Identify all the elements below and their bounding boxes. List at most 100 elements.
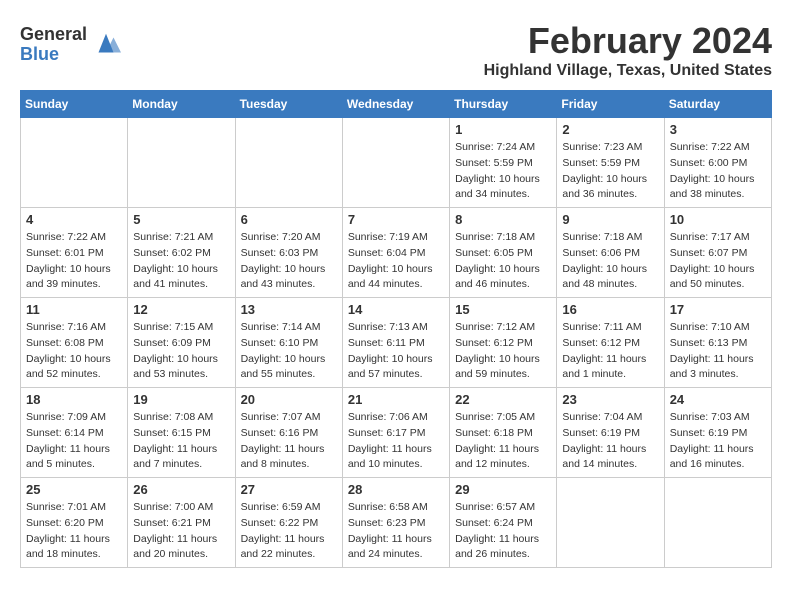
calendar-header-sunday: Sunday	[21, 91, 128, 118]
day-info: Sunrise: 7:11 AM Sunset: 6:12 PM Dayligh…	[562, 320, 658, 383]
day-info: Sunrise: 7:15 AM Sunset: 6:09 PM Dayligh…	[133, 320, 229, 383]
day-number: 11	[26, 302, 122, 317]
month-title: February 2024	[484, 20, 772, 62]
logo: General Blue	[20, 25, 121, 65]
day-number: 24	[670, 392, 766, 407]
calendar-cell: 29 Sunrise: 6:57 AM Sunset: 6:24 PM Dayli…	[450, 478, 557, 568]
day-info: Sunrise: 7:00 AM Sunset: 6:21 PM Dayligh…	[133, 500, 229, 563]
calendar-cell: 5 Sunrise: 7:21 AM Sunset: 6:02 PM Daylig…	[128, 208, 235, 298]
calendar-cell: 23 Sunrise: 7:04 AM Sunset: 6:19 PM Dayli…	[557, 388, 664, 478]
calendar-cell: 27Sunrise: 6:59 AM Sunset: 6:22 PM Dayli…	[235, 478, 342, 568]
day-number: 21	[348, 392, 444, 407]
day-info: Sunrise: 7:03 AM Sunset: 6:19 PM Dayligh…	[670, 410, 766, 473]
calendar-cell: 7 Sunrise: 7:19 AM Sunset: 6:04 PM Daylig…	[342, 208, 449, 298]
calendar-cell: 9 Sunrise: 7:18 AM Sunset: 6:06 PM Daylig…	[557, 208, 664, 298]
day-info: Sunrise: 7:22 AM Sunset: 6:01 PM Dayligh…	[26, 230, 122, 293]
day-info: Sunrise: 7:17 AM Sunset: 6:07 PM Dayligh…	[670, 230, 766, 293]
calendar-cell: 13 Sunrise: 7:14 AM Sunset: 6:10 PM Dayli…	[235, 298, 342, 388]
day-info: Sunrise: 7:01 AM Sunset: 6:20 PM Dayligh…	[26, 500, 122, 563]
day-info: Sunrise: 7:21 AM Sunset: 6:02 PM Dayligh…	[133, 230, 229, 293]
calendar-cell: 24 Sunrise: 7:03 AM Sunset: 6:19 PM Dayli…	[664, 388, 771, 478]
calendar-cell	[128, 118, 235, 208]
page-header: General Blue February 2024 Highland Vill…	[20, 20, 772, 80]
calendar-cell: 8Sunrise: 7:18 AM Sunset: 6:05 PM Daylig…	[450, 208, 557, 298]
day-info: Sunrise: 7:20 AM Sunset: 6:03 PM Dayligh…	[241, 230, 337, 293]
calendar-cell: 10 Sunrise: 7:17 AM Sunset: 6:07 PM Dayli…	[664, 208, 771, 298]
day-number: 7	[348, 212, 444, 227]
calendar-header-tuesday: Tuesday	[235, 91, 342, 118]
day-number: 3	[670, 122, 766, 137]
day-info: Sunrise: 7:09 AM Sunset: 6:14 PM Dayligh…	[26, 410, 122, 473]
calendar-cell	[557, 478, 664, 568]
calendar-cell: 14 Sunrise: 7:13 AM Sunset: 6:11 PM Dayli…	[342, 298, 449, 388]
calendar-cell: 6 Sunrise: 7:20 AM Sunset: 6:03 PM Daylig…	[235, 208, 342, 298]
day-number: 14	[348, 302, 444, 317]
day-info: Sunrise: 7:08 AM Sunset: 6:15 PM Dayligh…	[133, 410, 229, 473]
day-number: 2	[562, 122, 658, 137]
day-info: Sunrise: 7:04 AM Sunset: 6:19 PM Dayligh…	[562, 410, 658, 473]
day-info: Sunrise: 6:57 AM Sunset: 6:24 PM Dayligh…	[455, 500, 551, 563]
calendar-cell	[664, 478, 771, 568]
calendar-week-3: 11 Sunrise: 7:16 AM Sunset: 6:08 PM Dayli…	[21, 298, 772, 388]
day-info: Sunrise: 7:14 AM Sunset: 6:10 PM Dayligh…	[241, 320, 337, 383]
day-number: 15	[455, 302, 551, 317]
calendar-header-friday: Friday	[557, 91, 664, 118]
calendar-cell: 12 Sunrise: 7:15 AM Sunset: 6:09 PM Dayli…	[128, 298, 235, 388]
day-number: 1	[455, 122, 551, 137]
calendar-cell: 22Sunrise: 7:05 AM Sunset: 6:18 PM Dayli…	[450, 388, 557, 478]
day-number: 6	[241, 212, 337, 227]
calendar-cell: 11 Sunrise: 7:16 AM Sunset: 6:08 PM Dayli…	[21, 298, 128, 388]
day-number: 13	[241, 302, 337, 317]
day-number: 12	[133, 302, 229, 317]
day-info: Sunrise: 7:19 AM Sunset: 6:04 PM Dayligh…	[348, 230, 444, 293]
day-number: 17	[670, 302, 766, 317]
calendar-cell: 21 Sunrise: 7:06 AM Sunset: 6:17 PM Dayli…	[342, 388, 449, 478]
calendar-header-row: SundayMondayTuesdayWednesdayThursdayFrid…	[21, 91, 772, 118]
day-info: Sunrise: 7:22 AM Sunset: 6:00 PM Dayligh…	[670, 140, 766, 203]
calendar-header-thursday: Thursday	[450, 91, 557, 118]
calendar-cell: 15Sunrise: 7:12 AM Sunset: 6:12 PM Dayli…	[450, 298, 557, 388]
day-number: 4	[26, 212, 122, 227]
day-number: 16	[562, 302, 658, 317]
day-number: 5	[133, 212, 229, 227]
day-number: 22	[455, 392, 551, 407]
calendar-header-wednesday: Wednesday	[342, 91, 449, 118]
calendar-cell: 19Sunrise: 7:08 AM Sunset: 6:15 PM Dayli…	[128, 388, 235, 478]
day-number: 20	[241, 392, 337, 407]
calendar-table: SundayMondayTuesdayWednesdayThursdayFrid…	[20, 90, 772, 568]
calendar-cell: 25Sunrise: 7:01 AM Sunset: 6:20 PM Dayli…	[21, 478, 128, 568]
day-number: 10	[670, 212, 766, 227]
calendar-week-2: 4 Sunrise: 7:22 AM Sunset: 6:01 PM Daylig…	[21, 208, 772, 298]
calendar-cell: 16 Sunrise: 7:11 AM Sunset: 6:12 PM Dayli…	[557, 298, 664, 388]
calendar-header-monday: Monday	[128, 91, 235, 118]
day-info: Sunrise: 7:18 AM Sunset: 6:05 PM Dayligh…	[455, 230, 551, 293]
day-info: Sunrise: 7:06 AM Sunset: 6:17 PM Dayligh…	[348, 410, 444, 473]
calendar-cell: 1Sunrise: 7:24 AM Sunset: 5:59 PM Daylig…	[450, 118, 557, 208]
day-info: Sunrise: 6:58 AM Sunset: 6:23 PM Dayligh…	[348, 500, 444, 563]
calendar-cell	[342, 118, 449, 208]
location-title: Highland Village, Texas, United States	[484, 62, 772, 80]
calendar-cell: 18 Sunrise: 7:09 AM Sunset: 6:14 PM Dayli…	[21, 388, 128, 478]
calendar-cell: 2Sunrise: 7:23 AM Sunset: 5:59 PM Daylig…	[557, 118, 664, 208]
day-number: 28	[348, 482, 444, 497]
day-info: Sunrise: 7:18 AM Sunset: 6:06 PM Dayligh…	[562, 230, 658, 293]
day-number: 23	[562, 392, 658, 407]
calendar-cell: 17Sunrise: 7:10 AM Sunset: 6:13 PM Dayli…	[664, 298, 771, 388]
day-info: Sunrise: 7:16 AM Sunset: 6:08 PM Dayligh…	[26, 320, 122, 383]
day-number: 29	[455, 482, 551, 497]
calendar-cell: 26Sunrise: 7:00 AM Sunset: 6:21 PM Dayli…	[128, 478, 235, 568]
logo-icon	[91, 30, 121, 60]
logo-blue-text: Blue	[20, 45, 87, 65]
day-number: 9	[562, 212, 658, 227]
calendar-week-1: 1Sunrise: 7:24 AM Sunset: 5:59 PM Daylig…	[21, 118, 772, 208]
day-info: Sunrise: 7:07 AM Sunset: 6:16 PM Dayligh…	[241, 410, 337, 473]
calendar-cell	[21, 118, 128, 208]
calendar-cell: 20 Sunrise: 7:07 AM Sunset: 6:16 PM Dayli…	[235, 388, 342, 478]
title-section: February 2024 Highland Village, Texas, U…	[484, 20, 772, 80]
day-number: 18	[26, 392, 122, 407]
calendar-cell: 3 Sunrise: 7:22 AM Sunset: 6:00 PM Daylig…	[664, 118, 771, 208]
day-info: Sunrise: 7:13 AM Sunset: 6:11 PM Dayligh…	[348, 320, 444, 383]
calendar-cell: 4 Sunrise: 7:22 AM Sunset: 6:01 PM Daylig…	[21, 208, 128, 298]
calendar-cell: 28 Sunrise: 6:58 AM Sunset: 6:23 PM Dayli…	[342, 478, 449, 568]
day-number: 27	[241, 482, 337, 497]
